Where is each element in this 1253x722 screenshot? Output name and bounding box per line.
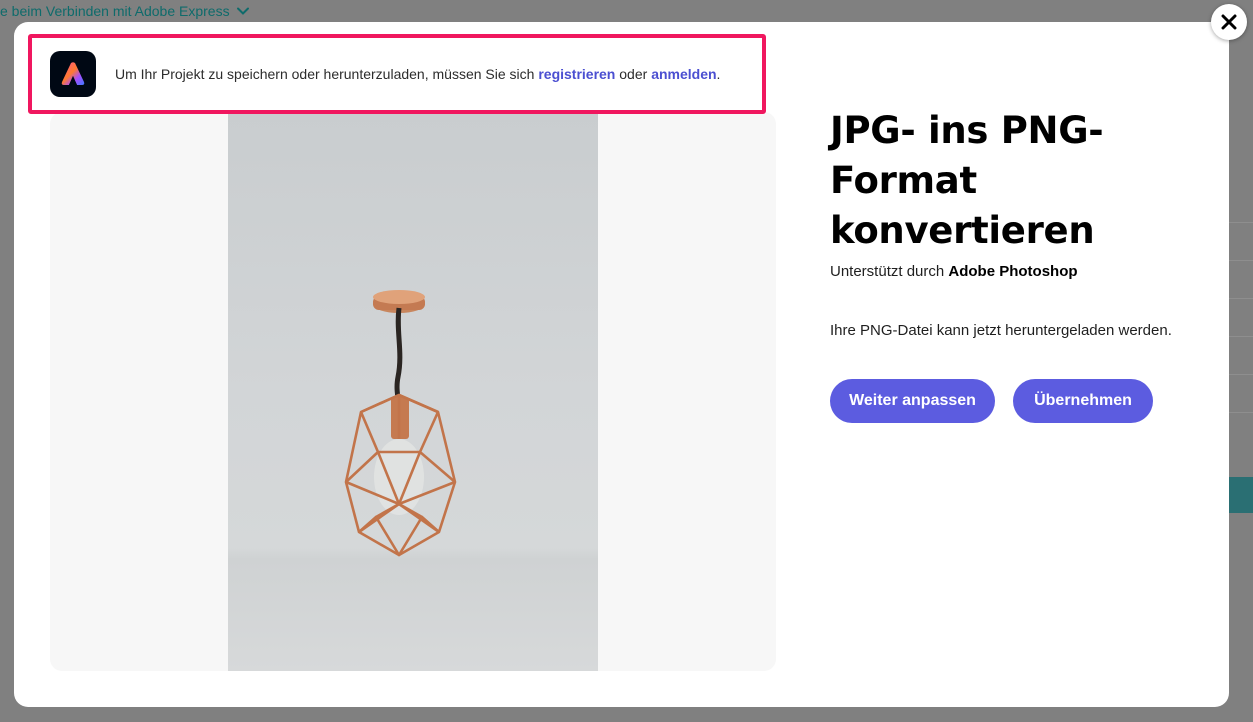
adobe-express-logo-icon: [61, 62, 85, 85]
pendant-lamp-photo: [344, 290, 457, 557]
continue-editing-button[interactable]: Weiter anpassen: [830, 379, 995, 423]
chevron-down-icon: [236, 7, 249, 15]
banner-text-before: Um Ihr Projekt zu speichern oder herunte…: [115, 66, 539, 82]
banner-message: Um Ihr Projekt zu speichern oder herunte…: [115, 66, 720, 82]
register-link[interactable]: registrieren: [538, 66, 615, 82]
banner-text-middle: oder: [615, 66, 652, 82]
close-icon: [1221, 14, 1237, 30]
download-ready-status: Ihre PNG-Datei kann jetzt heruntergelade…: [830, 322, 1172, 339]
close-button[interactable]: [1211, 4, 1247, 40]
image-preview: [50, 112, 776, 671]
help-connect-label: e beim Verbinden mit Adobe Express: [0, 3, 230, 19]
background-button: [1229, 477, 1253, 513]
powered-by: Unterstützt durch Adobe Photoshop: [830, 263, 1078, 280]
banner-text-after: .: [716, 66, 721, 82]
background-list: [1229, 222, 1253, 413]
login-link[interactable]: anmelden: [651, 66, 716, 82]
save-signin-banner: Um Ihr Projekt zu speichern oder herunte…: [28, 34, 766, 114]
adobe-express-logo: [50, 51, 96, 97]
apply-button[interactable]: Übernehmen: [1013, 379, 1153, 423]
page-title: JPG- ins PNG-Format konvertieren: [830, 109, 1104, 252]
help-connect-link[interactable]: e beim Verbinden mit Adobe Express: [0, 3, 250, 19]
powered-by-prefix: Unterstützt durch: [830, 263, 949, 280]
powered-by-brand: Adobe Photoshop: [948, 263, 1078, 280]
preview-image: [228, 112, 598, 671]
